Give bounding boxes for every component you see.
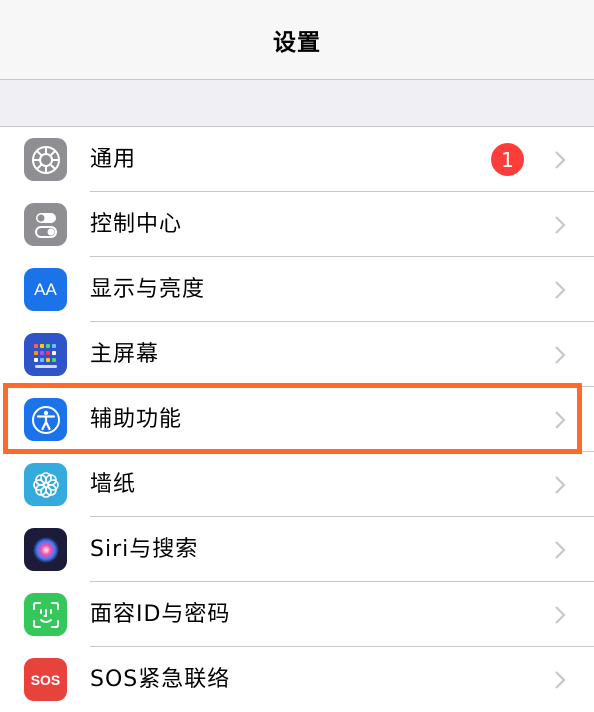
chevron-right-icon [555, 541, 566, 559]
row-label: 主屏幕 [90, 342, 160, 367]
settings-row-accessibility[interactable]: 辅助功能 [0, 387, 594, 452]
settings-row-face-id-passcode[interactable]: 面容ID与密码 [0, 582, 594, 647]
flower-icon [24, 463, 67, 506]
chevron-right-icon [555, 411, 566, 429]
settings-row-display-brightness[interactable]: AA 显示与亮度 [0, 257, 594, 322]
navigation-bar: 设置 [0, 0, 594, 80]
section-spacer [0, 80, 594, 127]
sos-icon: SOS [24, 658, 67, 701]
toggle-switches-icon [24, 203, 67, 246]
page-title: 设置 [273, 29, 321, 56]
row-label: 面容ID与密码 [90, 602, 231, 627]
siri-orb-icon [24, 528, 67, 571]
home-screen-grid-icon [24, 333, 67, 376]
chevron-right-icon [555, 281, 566, 299]
row-label: 辅助功能 [90, 407, 183, 432]
settings-row-home-screen[interactable]: 主屏幕 [0, 322, 594, 387]
settings-row-control-center[interactable]: 控制中心 [0, 192, 594, 257]
row-label: 通用 [90, 147, 137, 172]
aa-display-icon: AA [24, 268, 67, 311]
notification-badge: 1 [491, 143, 524, 176]
face-id-icon [24, 593, 67, 636]
chevron-right-icon [555, 216, 566, 234]
settings-row-general[interactable]: 通用 1 [0, 127, 594, 192]
chevron-right-icon [555, 346, 566, 364]
settings-row-wallpaper[interactable]: 墙纸 [0, 452, 594, 517]
chevron-right-icon [555, 671, 566, 689]
chevron-right-icon [555, 476, 566, 494]
row-label: 墙纸 [90, 472, 137, 497]
chevron-right-icon [555, 606, 566, 624]
row-label: SOS紧急联络 [90, 667, 231, 692]
row-label: Siri与搜索 [90, 537, 199, 562]
chevron-right-icon [555, 151, 566, 169]
settings-row-siri-search[interactable]: Siri与搜索 [0, 517, 594, 582]
accessibility-person-icon [24, 398, 67, 441]
settings-row-emergency-sos[interactable]: SOS SOS紧急联络 [0, 647, 594, 712]
settings-list: 通用 1 控制中心 AA 显示与亮度 主屏幕 辅助功能 墙纸 Siri与搜索 面… [0, 127, 594, 712]
row-label: 显示与亮度 [90, 277, 206, 302]
gear-icon [24, 138, 67, 181]
row-label: 控制中心 [90, 212, 183, 237]
